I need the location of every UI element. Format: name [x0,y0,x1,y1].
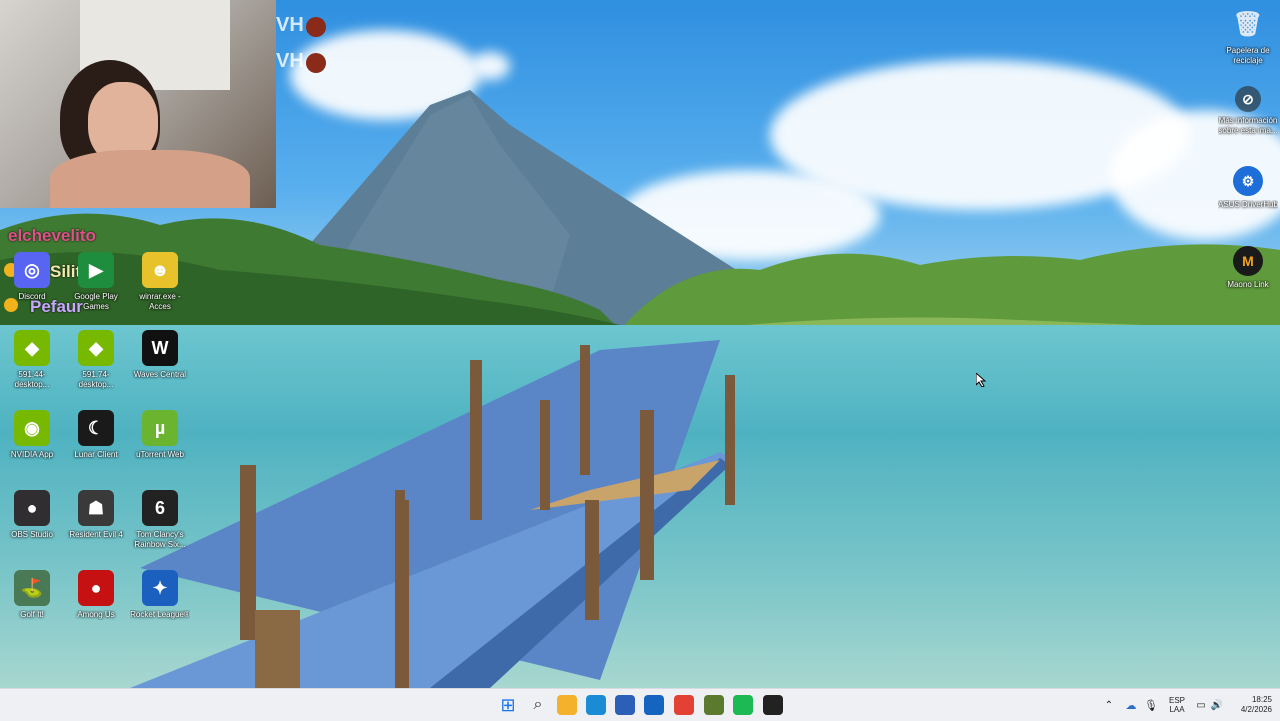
taskbar-recording-app-button[interactable] [763,695,783,715]
desktop-icon-discord[interactable]: ◎ Discord [2,252,62,302]
desktop-icon-spotlight-info[interactable]: ⊘ Más información sobre esta ima... [1218,86,1278,136]
desktop-icon-nvidia-app[interactable]: ◉ NVIDIA App [2,410,62,460]
rainbow-six-icon: 6 [142,490,178,526]
show-hidden-icons-chevron-icon[interactable]: ⌃ [1101,689,1117,721]
google-play-games-icon: ▶ [78,252,114,288]
taskbar-microsoft-store-button[interactable] [615,695,635,715]
desktop-icon-utorrent[interactable]: µ uTorrent Web [130,410,190,460]
stream-mark: VH [276,50,304,72]
keyboard-layout-label: LAA [1169,705,1185,714]
onedrive-icon[interactable]: ☁ [1123,689,1139,721]
network-icon[interactable]: ▭ [1194,689,1208,721]
desktop-icon-waves-central[interactable]: W Waves Central [130,330,190,380]
desktop-icon-label: NVIDIA App [10,450,54,459]
desktop-icon-label: Google Play Games [74,292,118,311]
asus-driverhub-icon: ⚙ [1233,166,1263,196]
desktop-icon-label: ASUS DriverHub [1218,200,1278,209]
desktop-icon-minion[interactable]: ☻ winrar.exe - Acces [130,252,190,312]
nvidia-app-icon: ◉ [14,410,50,446]
obs-icon: ● [14,490,50,526]
lunar-client-icon: ☾ [78,410,114,446]
spotlight-info-icon: ⊘ [1235,86,1261,112]
nvidia-installer-icon: ◆ [14,330,50,366]
volume-icon[interactable]: 🔊 [1210,689,1224,721]
desktop-icon-rocket-league[interactable]: ✦ Rocket League® [130,570,190,620]
resident-evil-icon: ☗ [78,490,114,526]
desktop-icon-label: Rocket League® [130,610,190,619]
desktop-icon-among-us[interactable]: ● Among Us [66,570,126,620]
waves-central-icon: W [142,330,178,366]
taskbar-minecraft-button[interactable] [704,695,724,715]
taskbar-edge-button[interactable] [586,695,606,715]
desktop-icon-label: OBS Studio [11,530,53,539]
taskbar-spotify-button[interactable] [733,695,753,715]
desktop-icon-label: uTorrent Web [136,450,184,459]
nvidia-installer-icon: ◆ [78,330,114,366]
desktop-icon-recycle-bin[interactable]: 🗑 Papelera de reciclaje [1218,6,1278,66]
desktop-icon-label: Resident Evil 4 [69,530,123,539]
desktop-icon-golf-it[interactable]: ⛳ Golf It! [2,570,62,620]
golf-it-icon: ⛳ [14,570,50,606]
desktop-icon-nvidia-installer[interactable]: ◆ 591.44-desktop... [2,330,62,390]
desktop-icon-resident-evil[interactable]: ☗ Resident Evil 4 [66,490,126,540]
desktop-icon-asus-driverhub[interactable]: ⚙ ASUS DriverHub [1218,166,1278,210]
clock[interactable]: 18:25 4/2/2026 [1228,689,1272,721]
utorrent-icon: µ [142,410,178,446]
desktop-icon-label: Golf It! [20,610,44,619]
desktop-icon-label: Lunar Client [74,450,118,459]
webcam-overlay [0,0,276,208]
chat-username: elchevelito [8,226,96,245]
desktop-icon-label: Waves Central [133,370,187,379]
discord-icon: ◎ [14,252,50,288]
taskbar-chrome-button[interactable] [674,695,694,715]
taskbar: ⊞ ⌕ ⌃ ☁ 🎙 ESP LAA ▭ 🔊 18:25 4/2/2026 [0,688,1280,721]
desktop-icon-label: 591.44-desktop... [14,370,50,389]
recycle-bin-icon: 🗑 [1232,10,1264,38]
taskbar-file-explorer-button[interactable] [557,695,577,715]
record-dot-icon [306,17,326,37]
wooden-pier [130,340,735,688]
desktop-icon-label: Discord [18,292,46,301]
desktop-icon-nvidia-installer[interactable]: ◆ 591.74-desktop... [66,330,126,390]
microphone-icon[interactable]: 🎙 [1143,689,1159,721]
taskbar-windows-start-button[interactable]: ⊞ [498,695,518,715]
person-shoulders [50,150,250,208]
among-us-icon: ● [78,570,114,606]
desktop-icon-label: Papelera de reciclaje [1226,46,1270,65]
desktop-icon-maono-link[interactable]: M Maono Link [1218,246,1278,290]
clock-date: 4/2/2026 [1240,705,1272,714]
desktop-icon-rainbow-six[interactable]: 6 Tom Clancy's Rainbow Six... [130,490,190,550]
maono-link-icon: M [1233,246,1263,276]
cloud [470,52,510,80]
desktop-icon-google-play-games[interactable]: ▶ Google Play Games [66,252,126,312]
desktop-icon-label: winrar.exe - Acces [139,292,181,311]
desktop-icon-label: 591.74-desktop... [78,370,114,389]
desktop-icon-obs[interactable]: ● OBS Studio [2,490,62,540]
stream-mark: VH [276,14,304,36]
desktop-icon-label: Among Us [77,610,115,619]
clock-time: 18:25 [1251,695,1272,704]
desktop-icon-label: Tom Clancy's Rainbow Six... [134,530,186,549]
language-label: ESP [1168,696,1185,705]
record-dot-icon [306,53,326,73]
desktop-icon-lunar-client[interactable]: ☾ Lunar Client [66,410,126,460]
mouse-cursor-icon [976,373,986,387]
rocket-league-icon: ✦ [142,570,178,606]
language-indicator[interactable]: ESP LAA [1164,689,1190,721]
desktop-icon-label: Más información sobre esta ima... [1218,116,1278,135]
desktop-icon-label: Maono Link [1227,280,1269,289]
taskbar-outlook-button[interactable] [644,695,664,715]
minion-icon: ☻ [142,252,178,288]
taskbar-search-button[interactable]: ⌕ [528,695,548,715]
